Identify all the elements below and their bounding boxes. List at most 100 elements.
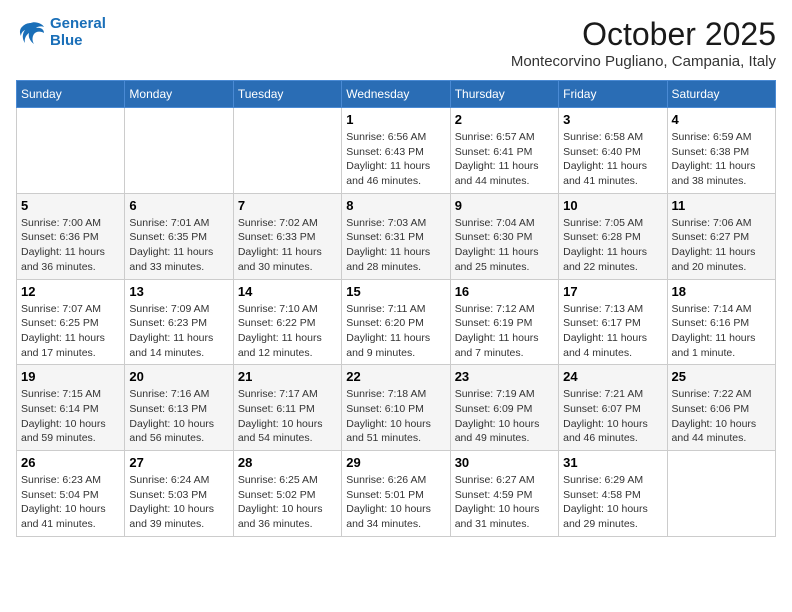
day-number: 14 (238, 284, 337, 299)
calendar-cell: 21 Sunrise: 7:17 AM Sunset: 6:11 PM Dayli… (233, 365, 341, 451)
day-info: Sunrise: 7:13 AM Sunset: 6:17 PM Dayligh… (563, 302, 662, 361)
day-number: 1 (346, 112, 445, 127)
calendar-cell: 9Sunrise: 7:04 AM Sunset: 6:30 PM Daylig… (450, 193, 558, 279)
day-number: 20 (129, 369, 228, 384)
calendar-cell (125, 108, 233, 194)
day-number: 13 (129, 284, 228, 299)
day-number: 18 (672, 284, 771, 299)
calendar-cell: 5Sunrise: 7:00 AM Sunset: 6:36 PM Daylig… (17, 193, 125, 279)
week-row-5: 26 Sunrise: 6:23 AM Sunset: 5:04 PM Dayli… (17, 451, 776, 537)
calendar-cell: 19 Sunrise: 7:15 AM Sunset: 6:14 PM Dayli… (17, 365, 125, 451)
week-row-4: 19 Sunrise: 7:15 AM Sunset: 6:14 PM Dayli… (17, 365, 776, 451)
calendar-cell: 3 Sunrise: 6:58 AM Sunset: 6:40 PM Daylig… (559, 108, 667, 194)
calendar-table: SundayMondayTuesdayWednesdayThursdayFrid… (16, 80, 776, 537)
page-header: General Blue October 2025 Montecorvino P… (16, 16, 776, 70)
day-number: 12 (21, 284, 120, 299)
calendar-cell: 7 Sunrise: 7:02 AM Sunset: 6:33 PM Daylig… (233, 193, 341, 279)
day-number: 15 (346, 284, 445, 299)
day-number: 17 (563, 284, 662, 299)
day-info: Sunrise: 7:01 AM Sunset: 6:35 PM Dayligh… (129, 216, 228, 275)
day-info: Sunrise: 7:09 AM Sunset: 6:23 PM Dayligh… (129, 302, 228, 361)
day-number: 4 (672, 112, 771, 127)
day-info: Sunrise: 7:02 AM Sunset: 6:33 PM Dayligh… (238, 216, 337, 275)
day-info: Sunrise: 6:27 AM Sunset: 4:59 PM Dayligh… (455, 473, 554, 532)
day-number: 25 (672, 369, 771, 384)
calendar-body: 1Sunrise: 6:56 AM Sunset: 6:43 PM Daylig… (17, 108, 776, 537)
week-row-2: 5Sunrise: 7:00 AM Sunset: 6:36 PM Daylig… (17, 193, 776, 279)
month-title: October 2025 (511, 16, 776, 53)
calendar-cell (17, 108, 125, 194)
day-info: Sunrise: 6:26 AM Sunset: 5:01 PM Dayligh… (346, 473, 445, 532)
calendar-cell: 23Sunrise: 7:19 AM Sunset: 6:09 PM Dayli… (450, 365, 558, 451)
day-number: 21 (238, 369, 337, 384)
day-number: 27 (129, 455, 228, 470)
day-info: Sunrise: 6:59 AM Sunset: 6:38 PM Dayligh… (672, 130, 771, 189)
day-info: Sunrise: 7:10 AM Sunset: 6:22 PM Dayligh… (238, 302, 337, 361)
calendar-cell: 6Sunrise: 7:01 AM Sunset: 6:35 PM Daylig… (125, 193, 233, 279)
week-row-1: 1Sunrise: 6:56 AM Sunset: 6:43 PM Daylig… (17, 108, 776, 194)
day-number: 5 (21, 198, 120, 213)
calendar-cell: 17 Sunrise: 7:13 AM Sunset: 6:17 PM Dayli… (559, 279, 667, 365)
header-day-monday: Monday (125, 81, 233, 108)
day-info: Sunrise: 6:57 AM Sunset: 6:41 PM Dayligh… (455, 130, 554, 189)
day-number: 11 (672, 198, 771, 213)
day-info: Sunrise: 7:16 AM Sunset: 6:13 PM Dayligh… (129, 387, 228, 446)
calendar-cell: 14 Sunrise: 7:10 AM Sunset: 6:22 PM Dayli… (233, 279, 341, 365)
calendar-cell: 31 Sunrise: 6:29 AM Sunset: 4:58 PM Dayli… (559, 451, 667, 537)
day-info: Sunrise: 7:03 AM Sunset: 6:31 PM Dayligh… (346, 216, 445, 275)
calendar-cell: 24Sunrise: 7:21 AM Sunset: 6:07 PM Dayli… (559, 365, 667, 451)
day-info: Sunrise: 6:24 AM Sunset: 5:03 PM Dayligh… (129, 473, 228, 532)
location: Montecorvino Pugliano, Campania, Italy (511, 53, 776, 70)
day-number: 29 (346, 455, 445, 470)
calendar-cell: 18Sunrise: 7:14 AM Sunset: 6:16 PM Dayli… (667, 279, 775, 365)
day-info: Sunrise: 6:25 AM Sunset: 5:02 PM Dayligh… (238, 473, 337, 532)
day-number: 22 (346, 369, 445, 384)
day-info: Sunrise: 6:58 AM Sunset: 6:40 PM Dayligh… (563, 130, 662, 189)
day-info: Sunrise: 7:04 AM Sunset: 6:30 PM Dayligh… (455, 216, 554, 275)
day-info: Sunrise: 7:06 AM Sunset: 6:27 PM Dayligh… (672, 216, 771, 275)
calendar-cell: 25 Sunrise: 7:22 AM Sunset: 6:06 PM Dayli… (667, 365, 775, 451)
title-block: October 2025 Montecorvino Pugliano, Camp… (511, 16, 776, 70)
calendar-cell: 16Sunrise: 7:12 AM Sunset: 6:19 PM Dayli… (450, 279, 558, 365)
day-info: Sunrise: 6:29 AM Sunset: 4:58 PM Dayligh… (563, 473, 662, 532)
header-day-wednesday: Wednesday (342, 81, 450, 108)
header-day-sunday: Sunday (17, 81, 125, 108)
logo: General Blue (16, 16, 106, 49)
day-number: 24 (563, 369, 662, 384)
day-number: 10 (563, 198, 662, 213)
calendar-cell: 28 Sunrise: 6:25 AM Sunset: 5:02 PM Dayli… (233, 451, 341, 537)
calendar-cell (667, 451, 775, 537)
day-number: 16 (455, 284, 554, 299)
calendar-cell: 15Sunrise: 7:11 AM Sunset: 6:20 PM Dayli… (342, 279, 450, 365)
calendar-cell: 26 Sunrise: 6:23 AM Sunset: 5:04 PM Dayli… (17, 451, 125, 537)
day-info: Sunrise: 7:18 AM Sunset: 6:10 PM Dayligh… (346, 387, 445, 446)
calendar-header: SundayMondayTuesdayWednesdayThursdayFrid… (17, 81, 776, 108)
day-number: 8 (346, 198, 445, 213)
day-number: 19 (21, 369, 120, 384)
calendar-cell: 1Sunrise: 6:56 AM Sunset: 6:43 PM Daylig… (342, 108, 450, 194)
calendar-cell: 4 Sunrise: 6:59 AM Sunset: 6:38 PM Daylig… (667, 108, 775, 194)
calendar-cell: 10Sunrise: 7:05 AM Sunset: 6:28 PM Dayli… (559, 193, 667, 279)
day-info: Sunrise: 7:15 AM Sunset: 6:14 PM Dayligh… (21, 387, 120, 446)
calendar-cell: 13 Sunrise: 7:09 AM Sunset: 6:23 PM Dayli… (125, 279, 233, 365)
day-number: 3 (563, 112, 662, 127)
calendar-cell: 11 Sunrise: 7:06 AM Sunset: 6:27 PM Dayli… (667, 193, 775, 279)
day-number: 2 (455, 112, 554, 127)
calendar-cell: 29 Sunrise: 6:26 AM Sunset: 5:01 PM Dayli… (342, 451, 450, 537)
calendar-cell: 22 Sunrise: 7:18 AM Sunset: 6:10 PM Dayli… (342, 365, 450, 451)
header-day-friday: Friday (559, 81, 667, 108)
day-info: Sunrise: 7:17 AM Sunset: 6:11 PM Dayligh… (238, 387, 337, 446)
week-row-3: 12Sunrise: 7:07 AM Sunset: 6:25 PM Dayli… (17, 279, 776, 365)
day-number: 31 (563, 455, 662, 470)
header-row: SundayMondayTuesdayWednesdayThursdayFrid… (17, 81, 776, 108)
day-info: Sunrise: 7:22 AM Sunset: 6:06 PM Dayligh… (672, 387, 771, 446)
calendar-cell: 20 Sunrise: 7:16 AM Sunset: 6:13 PM Dayli… (125, 365, 233, 451)
calendar-cell: 30Sunrise: 6:27 AM Sunset: 4:59 PM Dayli… (450, 451, 558, 537)
day-info: Sunrise: 7:19 AM Sunset: 6:09 PM Dayligh… (455, 387, 554, 446)
calendar-cell (233, 108, 341, 194)
day-number: 28 (238, 455, 337, 470)
calendar-cell: 2 Sunrise: 6:57 AM Sunset: 6:41 PM Daylig… (450, 108, 558, 194)
day-number: 7 (238, 198, 337, 213)
day-info: Sunrise: 6:23 AM Sunset: 5:04 PM Dayligh… (21, 473, 120, 532)
day-number: 26 (21, 455, 120, 470)
